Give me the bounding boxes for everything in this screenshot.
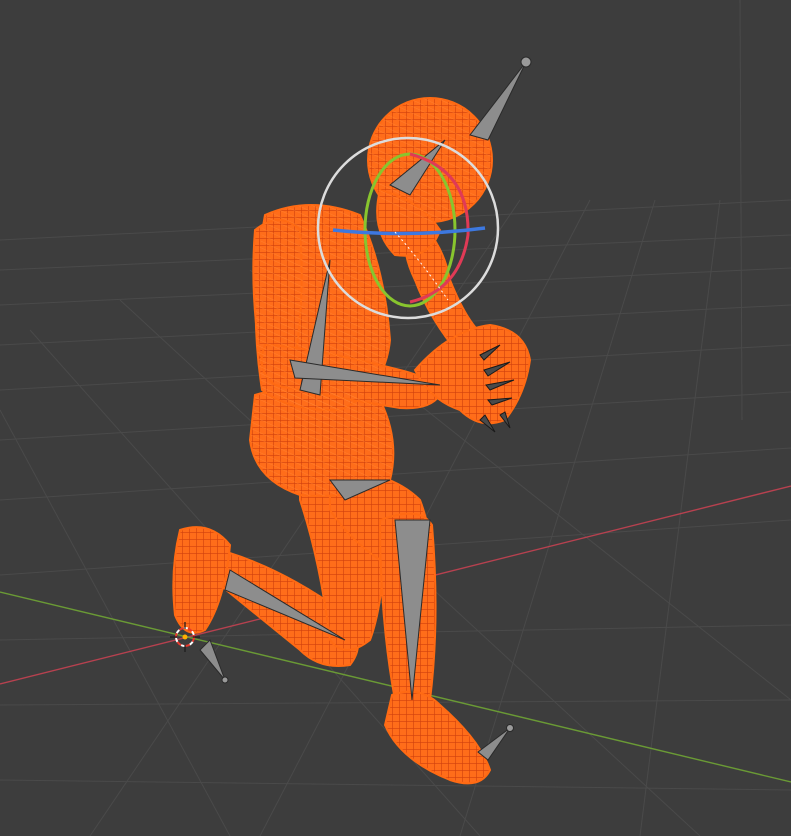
back-foot-bone <box>199 639 226 681</box>
front-foot-bone <box>477 727 511 761</box>
3d-viewport[interactable] <box>0 0 791 836</box>
head-bone <box>469 61 527 141</box>
head-bone-tip <box>520 56 532 68</box>
viewport-canvas[interactable] <box>0 0 791 836</box>
hands[interactable] <box>413 323 532 425</box>
back-foot[interactable] <box>172 526 232 634</box>
